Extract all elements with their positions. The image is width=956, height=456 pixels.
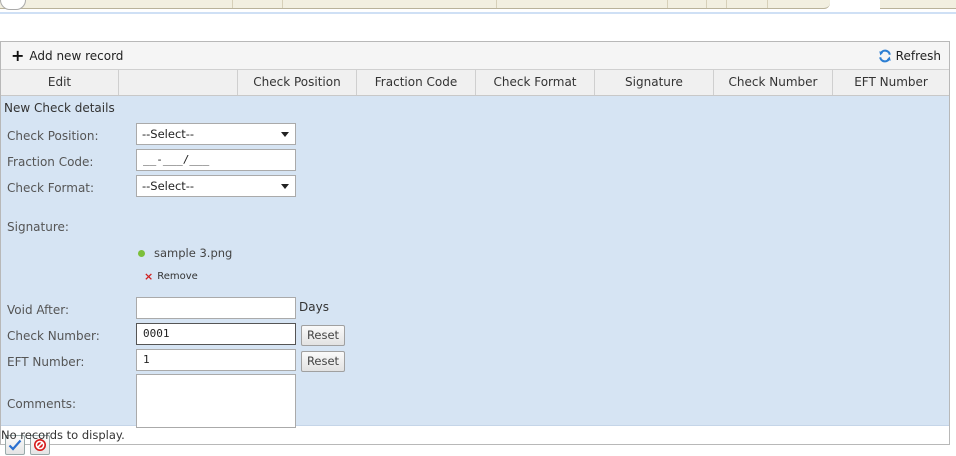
comments-textarea[interactable] xyxy=(136,374,296,428)
add-new-record-button[interactable]: + Add new record xyxy=(11,48,123,64)
column-header-signature[interactable]: Signature xyxy=(595,70,714,95)
refresh-label: Refresh xyxy=(895,49,941,63)
remove-signature-button[interactable]: × Remove xyxy=(144,271,198,282)
comments-label: Comments: xyxy=(7,397,77,411)
form-title: New Check details xyxy=(4,101,115,115)
column-header-edit[interactable]: Edit xyxy=(1,70,119,95)
refresh-icon xyxy=(878,49,891,63)
remove-x-icon: × xyxy=(144,270,154,283)
plus-icon: + xyxy=(11,46,25,65)
grid-header: Edit Check Position Fraction Code Check … xyxy=(1,70,949,96)
grid-toolbar: + Add new record Refresh xyxy=(1,42,949,70)
void-after-label: Void After: xyxy=(7,303,70,317)
eft-number-label: EFT Number: xyxy=(7,355,85,369)
checks-grid: + Add new record Refresh Edit Check Posi… xyxy=(0,41,950,455)
days-label: Days xyxy=(299,300,329,314)
void-after-input[interactable] xyxy=(136,297,296,319)
browser-chrome-strip xyxy=(0,0,956,16)
check-position-label: Check Position: xyxy=(7,129,99,143)
check-number-input[interactable]: 0001 xyxy=(136,323,296,345)
new-check-form: New Check details Check Position: --Sele… xyxy=(1,96,949,455)
column-header-check-format[interactable]: Check Format xyxy=(476,70,595,95)
fraction-code-input[interactable]: __-___/___ xyxy=(136,149,296,171)
check-format-value: --Select-- xyxy=(142,179,195,193)
browser-toolbar-fragment-right xyxy=(880,0,956,9)
fraction-code-label: Fraction Code: xyxy=(7,155,94,169)
add-new-record-label: Add new record xyxy=(29,49,124,63)
column-header-fraction-code[interactable]: Fraction Code xyxy=(357,70,476,95)
chevron-down-icon xyxy=(281,132,289,137)
check-format-label: Check Format: xyxy=(7,181,95,195)
eft-number-input[interactable]: 1 xyxy=(136,349,296,371)
reset-check-number-button[interactable]: Reset xyxy=(301,325,345,346)
column-header-check-position[interactable]: Check Position xyxy=(238,70,357,95)
browser-toolbar-fragment xyxy=(0,0,830,9)
no-records-message: No records to display. xyxy=(1,428,125,442)
signature-label: Signature: xyxy=(7,220,69,234)
column-header-check-number[interactable]: Check Number xyxy=(714,70,833,95)
signature-file: sample 3.png xyxy=(138,246,232,260)
column-header-eft-number[interactable]: EFT Number xyxy=(833,70,949,95)
check-number-label: Check Number: xyxy=(7,329,100,343)
status-dot-icon xyxy=(138,249,145,257)
chevron-down-icon xyxy=(281,184,289,189)
reset-eft-number-button[interactable]: Reset xyxy=(301,351,345,372)
browser-divider xyxy=(0,12,956,14)
check-format-select[interactable]: --Select-- xyxy=(136,175,296,197)
remove-label: Remove xyxy=(157,271,198,282)
check-position-value: --Select-- xyxy=(142,127,195,141)
refresh-button[interactable]: Refresh xyxy=(878,48,941,64)
column-header-blank[interactable] xyxy=(119,70,238,95)
signature-file-name: sample 3.png xyxy=(154,246,233,260)
check-position-select[interactable]: --Select-- xyxy=(136,123,296,145)
